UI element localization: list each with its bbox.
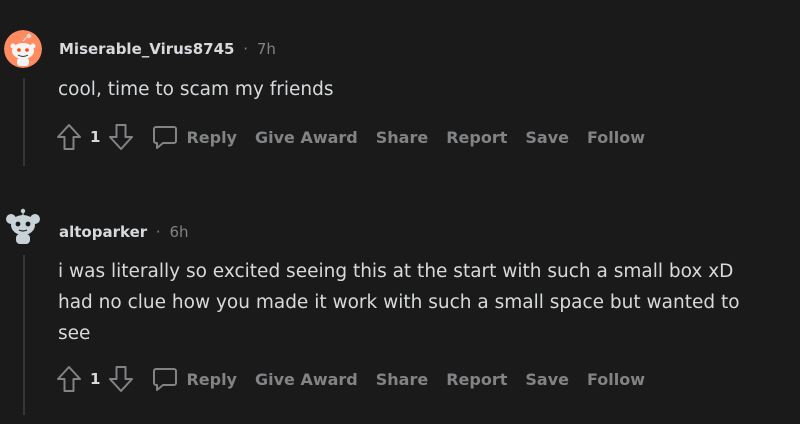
save-button[interactable]: Save — [525, 370, 569, 389]
follow-button[interactable]: Follow — [587, 370, 645, 389]
comment-line: had no clue how you made it work with su… — [58, 292, 740, 313]
downvote-icon[interactable] — [106, 364, 136, 394]
comment-line: i was literally so excited seeing this a… — [58, 261, 734, 282]
upvote-icon[interactable] — [54, 364, 84, 394]
avatar-snoo-icon[interactable] — [4, 207, 42, 245]
comment-meta: altoparker · 6h — [59, 223, 189, 241]
timestamp[interactable]: 6h — [169, 223, 188, 241]
comment-2: altoparker · 6h i was literally so excit… — [0, 0, 800, 424]
separator-dot: · — [155, 223, 161, 241]
comment-actions: 1 Reply Give Award Share Report Save Fol… — [54, 362, 645, 396]
thread-line[interactable] — [23, 255, 25, 415]
reply-label: Reply — [186, 369, 237, 389]
vote-score: 1 — [90, 370, 101, 388]
share-button[interactable]: Share — [376, 370, 428, 389]
report-button[interactable]: Report — [446, 370, 507, 389]
comment-line: see — [58, 323, 91, 344]
comment-bubble-icon — [153, 368, 178, 391]
author-name[interactable]: altoparker — [59, 223, 147, 241]
give-award-button[interactable]: Give Award — [255, 370, 358, 389]
reply-button[interactable]: Reply — [152, 366, 237, 392]
comment-body: i was literally so excited seeing this a… — [58, 256, 788, 349]
